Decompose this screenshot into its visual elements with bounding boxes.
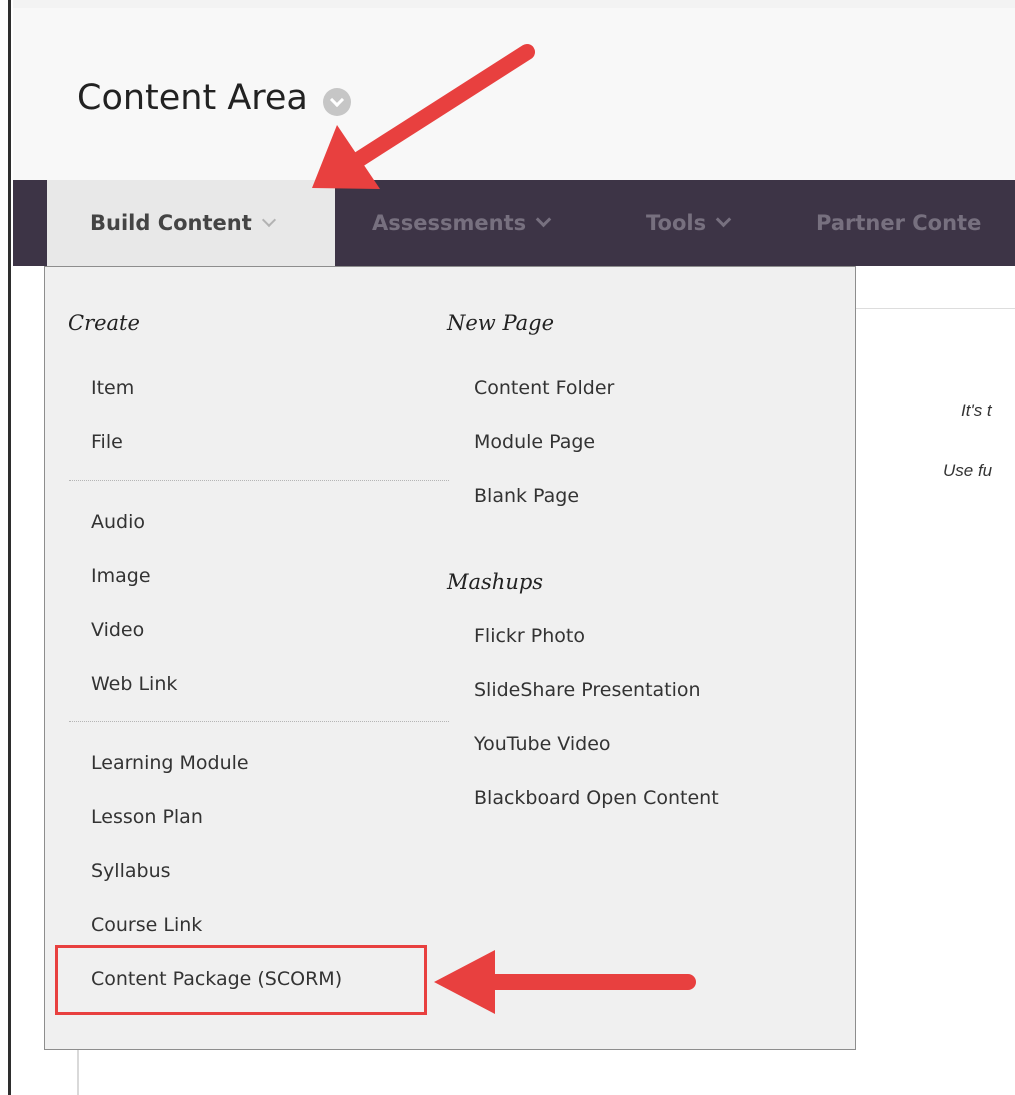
arrow-annotation-top <box>312 44 535 189</box>
arrow-annotation-bottom <box>434 950 696 1014</box>
annotation-overlay <box>312 44 696 1014</box>
